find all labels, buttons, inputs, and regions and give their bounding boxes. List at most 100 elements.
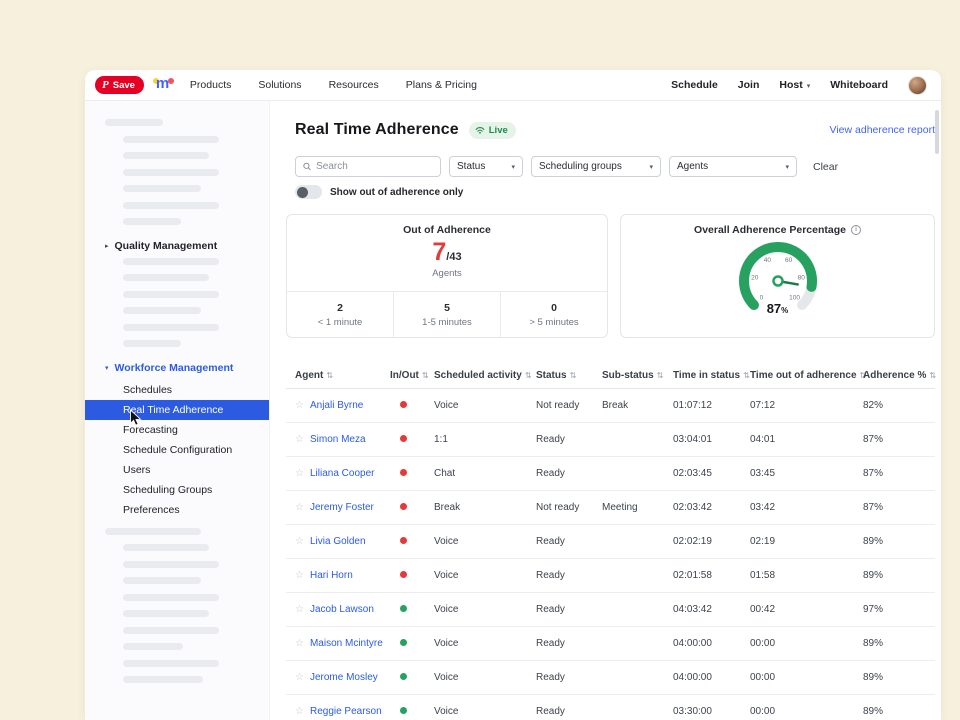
agent-link[interactable]: Jerome Mosley	[310, 672, 378, 683]
sidebar-section-quality-management[interactable]: ▸ Quality Management	[85, 235, 269, 258]
filter-dropdown-scheduling-groups[interactable]: Scheduling groups▾	[531, 156, 661, 177]
nav-link-resources[interactable]: Resources	[329, 79, 379, 91]
column-header-sub-status[interactable]: Sub-status⇅	[602, 370, 673, 381]
sidebar-item-users[interactable]: Users	[85, 460, 269, 480]
sidebar-item-scheduling-groups[interactable]: Scheduling Groups	[85, 480, 269, 500]
star-icon[interactable]: ☆	[295, 400, 304, 411]
inout-cell	[390, 638, 434, 649]
sidebar: ▸ Quality Management ▾ Workforce Managem…	[85, 101, 270, 720]
agent-link[interactable]: Jacob Lawson	[310, 604, 374, 615]
chevron-down-icon: ▾	[649, 163, 653, 171]
star-icon[interactable]: ☆	[295, 570, 304, 581]
breakdown-value: 2	[337, 302, 343, 314]
time-out-of-adherence-cell: 02:19	[750, 536, 863, 547]
sidebar-section-workforce-management[interactable]: ▾ Workforce Management	[85, 357, 269, 380]
column-header-agent[interactable]: Agent⇅	[286, 370, 390, 381]
inout-dot-out	[400, 503, 407, 510]
search-input[interactable]	[316, 161, 433, 172]
nav-link-schedule[interactable]: Schedule	[671, 79, 718, 91]
agent-link[interactable]: Simon Meza	[310, 434, 366, 445]
star-icon[interactable]: ☆	[295, 468, 304, 479]
time-out-of-adherence-cell: 07:12	[750, 400, 863, 411]
agent-link[interactable]: Liliana Cooper	[310, 468, 375, 479]
agent-cell: ☆ Jeremy Foster	[286, 502, 390, 513]
nav-link-host[interactable]: Host▾	[779, 79, 810, 91]
sort-icon: ⇅	[326, 371, 333, 380]
column-label: Time out of adherence	[750, 370, 857, 381]
star-icon[interactable]: ☆	[295, 502, 304, 513]
star-icon[interactable]: ☆	[295, 672, 304, 683]
out-of-adherence-toggle[interactable]	[295, 185, 322, 199]
agent-link[interactable]: Hari Horn	[310, 570, 353, 581]
inout-cell	[390, 502, 434, 513]
clear-filters-button[interactable]: Clear	[813, 161, 838, 173]
table-row: ☆Simon Meza1:1Ready03:04:0104:0187%	[286, 423, 935, 457]
star-icon[interactable]: ☆	[295, 706, 304, 717]
time-out-of-adherence-cell: 00:00	[750, 638, 863, 649]
filter-dropdown-status[interactable]: Status▾	[449, 156, 523, 177]
skeleton-bar	[123, 169, 219, 176]
breakdown-value: 0	[551, 302, 557, 314]
view-adherence-report-link[interactable]: View adherence report	[830, 124, 935, 136]
column-header-time-out-of-adherence[interactable]: Time out of adherence⇅	[750, 370, 863, 381]
agent-link[interactable]: Maison Mcintyre	[310, 638, 383, 649]
chevron-down-icon: ▾	[807, 82, 811, 90]
star-icon[interactable]: ☆	[295, 604, 304, 615]
avatar[interactable]	[908, 76, 927, 95]
skeleton-group	[85, 119, 269, 225]
breakdown-label: 1-5 minutes	[422, 317, 472, 328]
column-header-adherence[interactable]: Adherence %⇅	[863, 370, 935, 381]
miro-logo[interactable]: m	[153, 75, 177, 95]
scrollbar-thumb[interactable]	[935, 110, 939, 154]
search-box[interactable]	[295, 156, 441, 177]
sidebar-item-forecasting[interactable]: Forecasting	[85, 420, 269, 440]
inout-cell	[390, 400, 434, 411]
sidebar-item-schedule-configuration[interactable]: Schedule Configuration	[85, 440, 269, 460]
scheduled-activity-cell: Voice	[434, 638, 536, 649]
nav-right: Schedule Join Host▾ Whiteboard	[671, 76, 927, 95]
gauge-tick-label: 80	[797, 274, 805, 281]
nav-link-solutions[interactable]: Solutions	[258, 79, 301, 91]
chevron-down-icon: ▾	[105, 364, 109, 372]
agent-link[interactable]: Jeremy Foster	[310, 502, 374, 513]
table-row: ☆Liliana CooperChatReady02:03:4503:4587%	[286, 457, 935, 491]
inout-cell	[390, 706, 434, 717]
inout-cell	[390, 604, 434, 615]
skeleton-bar	[123, 324, 219, 331]
nav-link-join[interactable]: Join	[738, 79, 760, 91]
agent-link[interactable]: Livia Golden	[310, 536, 366, 547]
time-in-status-cell: 02:01:58	[673, 570, 750, 581]
filter-dropdowns: Status▾ Scheduling groups▾ Agents▾	[449, 156, 797, 177]
agent-link[interactable]: Reggie Pearson	[310, 706, 382, 717]
info-icon[interactable]: i	[851, 225, 861, 235]
skeleton-bar	[123, 291, 219, 298]
time-out-of-adherence-cell: 00:00	[750, 672, 863, 683]
card-title: Out of Adherence	[287, 224, 607, 236]
sidebar-item-preferences[interactable]: Preferences	[85, 500, 269, 520]
column-label: Sub-status	[602, 370, 654, 381]
top-navbar: P Save m Products Solutions Resources Plans…	[85, 70, 941, 101]
nav-link-plans-pricing[interactable]: Plans & Pricing	[406, 79, 477, 91]
inout-cell	[390, 468, 434, 479]
sort-icon: ⇅	[743, 371, 750, 380]
status-cell: Ready	[536, 536, 602, 547]
column-header-scheduled-activity[interactable]: Scheduled activity⇅	[434, 370, 536, 381]
sidebar-item-schedules[interactable]: Schedules	[85, 380, 269, 400]
filter-dropdown-agents[interactable]: Agents▾	[669, 156, 797, 177]
gauge-hub	[773, 277, 782, 286]
star-icon[interactable]: ☆	[295, 434, 304, 445]
star-icon[interactable]: ☆	[295, 536, 304, 547]
star-icon[interactable]: ☆	[295, 638, 304, 649]
skeleton-bar	[123, 660, 219, 667]
sidebar-item-real-time-adherence[interactable]: Real Time Adherence	[85, 400, 269, 420]
column-header-status[interactable]: Status⇅	[536, 370, 602, 381]
pinterest-save-button[interactable]: P Save	[95, 76, 144, 94]
column-header-time-in-status[interactable]: Time in status⇅	[673, 370, 750, 381]
column-header-in-out[interactable]: In/Out⇅	[390, 370, 434, 381]
breakdown-label: > 5 minutes	[529, 317, 578, 328]
nav-link-whiteboard[interactable]: Whiteboard	[830, 79, 888, 91]
nav-link-products[interactable]: Products	[190, 79, 231, 91]
adherence-cell: 89%	[863, 672, 935, 683]
skeleton-bar	[123, 544, 209, 551]
agent-link[interactable]: Anjali Byrne	[310, 400, 363, 411]
